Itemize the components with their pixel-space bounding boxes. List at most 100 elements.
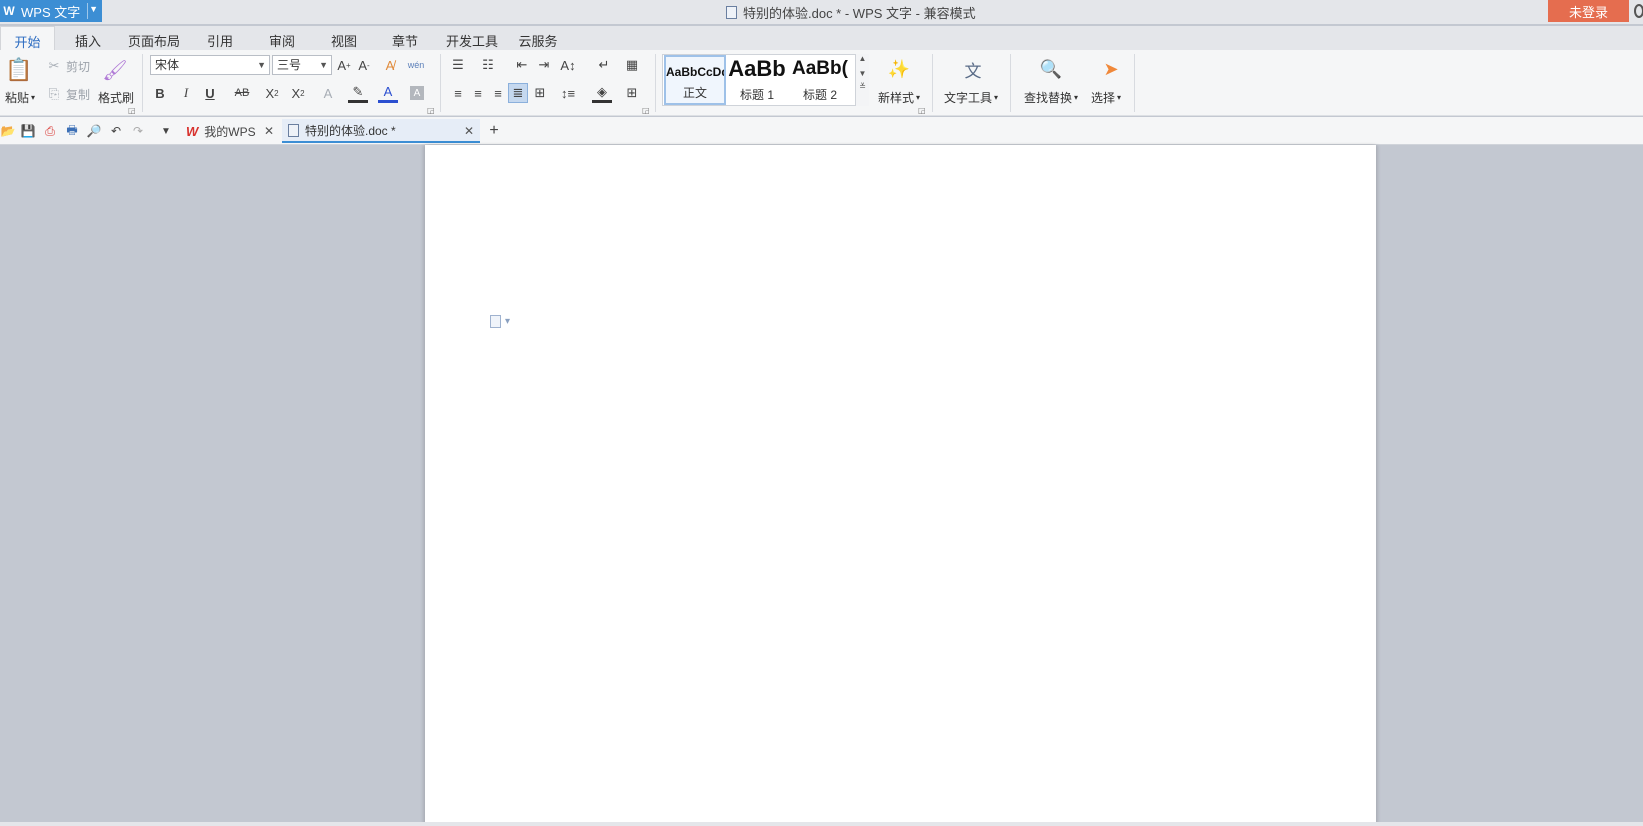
justify-icon[interactable]: ≣ (508, 83, 528, 103)
doc-tab-my-wps[interactable]: W 我的WPS ✕ (180, 119, 280, 143)
undo-icon[interactable]: ↶ (108, 123, 124, 139)
font-size-select[interactable]: 三号 ▼ (272, 55, 332, 75)
document-icon (726, 6, 737, 19)
window-title: 特别的体验.doc * - WPS 文字 - 兼容模式 (726, 3, 976, 22)
customize-dropdown-icon[interactable]: ▼ (158, 123, 174, 139)
tab-review[interactable]: 审阅 (260, 26, 304, 50)
tab-page-layout[interactable]: 页面布局 (124, 26, 184, 50)
grow-font-icon[interactable]: A + (334, 55, 354, 75)
tab-home[interactable]: 开始 (0, 26, 55, 50)
decrease-indent-icon[interactable]: ⇤ (512, 55, 532, 75)
format-painter-icon[interactable]: 🖌 (102, 56, 128, 84)
style-normal[interactable]: AaBbCcDd 正文 (664, 55, 726, 105)
print-preview-icon[interactable]: 🔎 (86, 123, 102, 139)
cursor-arrow-icon[interactable]: ➤ (1098, 56, 1124, 82)
text-direction-icon[interactable]: A↕ (558, 55, 578, 75)
save-icon[interactable]: 💾 (20, 123, 36, 139)
login-button[interactable]: 未登录 (1548, 0, 1629, 22)
select-label: 选择 (1090, 90, 1115, 105)
increase-indent-icon[interactable]: ⇥ (534, 55, 554, 75)
bullet-list-icon[interactable]: ☰ (448, 55, 468, 75)
underline-icon[interactable]: U (200, 83, 220, 103)
character-shading-icon[interactable]: A (410, 86, 424, 100)
chevron-down-icon: ▼ (257, 60, 266, 70)
paragraph-mark-icon[interactable]: ↵ (594, 55, 614, 75)
cut-button[interactable]: 剪切 (64, 56, 92, 76)
settings-icon[interactable] (1634, 4, 1643, 18)
highlight-icon[interactable]: ✎ (348, 83, 368, 103)
ribbon-separator (142, 54, 143, 112)
wps-logo-icon: W (186, 123, 199, 139)
table-icon[interactable]: ▦ (622, 55, 642, 75)
title-bar: W WPS 文字 ▼ 特别的体验.doc * - WPS 文字 - 兼容模式 未… (0, 0, 1643, 24)
find-replace-label: 查找替换 (1023, 90, 1072, 105)
scroll-down-icon[interactable]: ▼ (856, 69, 869, 78)
styles-scroll[interactable]: ▲ ▼ ≚ (855, 54, 869, 106)
scissors-icon[interactable]: ✂ (44, 56, 64, 76)
style-heading-2[interactable]: AaBb( 标题 2 (789, 55, 851, 105)
tab-view[interactable]: 视图 (322, 26, 366, 50)
font-color-icon[interactable]: A (378, 83, 398, 103)
new-tab-icon[interactable]: + (486, 122, 502, 139)
clipboard-launcher-icon[interactable]: ◲ (128, 106, 136, 115)
numbered-list-icon[interactable]: ☷ (478, 55, 498, 75)
subscript-icon[interactable]: X2 (288, 83, 308, 103)
document-page[interactable] (425, 145, 1376, 826)
borders-icon[interactable]: ⊞ (622, 83, 642, 103)
doc-tab-document[interactable]: 特别的体验.doc * ✕ (282, 119, 480, 143)
open-folder-icon[interactable]: 📂 (0, 123, 16, 139)
tab-references[interactable]: 引用 (198, 26, 242, 50)
text-effect-icon[interactable]: A (318, 83, 338, 103)
superscript-icon[interactable]: X2 (262, 83, 282, 103)
ribbon-toolbar: 📋 粘贴 ▾ ✂ 剪切 ⎘ 复制 🖌 格式刷 ◲ 宋体 ▼ 三号 ▼ A + A- A̸… (0, 50, 1643, 116)
style-heading-1[interactable]: AaBb 标题 1 (727, 55, 787, 105)
align-right-icon[interactable]: ≡ (488, 83, 508, 103)
italic-icon[interactable]: I (176, 83, 196, 103)
tab-developer-tools[interactable]: 开发工具 (444, 26, 500, 50)
shading-icon[interactable]: ◈ (592, 83, 612, 103)
align-left-icon[interactable]: ≡ (448, 83, 468, 103)
paste-icon[interactable]: 📋 (5, 56, 32, 84)
text-tools-button[interactable]: 文字工具 ▾ (940, 88, 1002, 106)
more-styles-icon[interactable]: ≚ (856, 82, 869, 91)
select-button[interactable]: 选择 ▾ (1086, 88, 1126, 106)
paste-button[interactable]: 粘贴 ▾ (2, 88, 38, 106)
app-menu-button[interactable]: W WPS 文字 ▼ (0, 0, 102, 22)
phonetic-guide-icon[interactable]: wén (406, 55, 426, 75)
distributed-align-icon[interactable]: ⊞ (530, 83, 550, 103)
close-icon[interactable]: ✕ (464, 124, 474, 138)
new-style-icon[interactable]: ✨ (886, 56, 912, 82)
shrink-font-icon[interactable]: A- (354, 55, 374, 75)
style-sample: AaBb (728, 56, 786, 81)
copy-icon[interactable]: ⎘ (44, 84, 64, 104)
font-name-select[interactable]: 宋体 ▼ (150, 55, 270, 75)
format-painter-button[interactable]: 格式刷 (96, 88, 136, 106)
font-launcher-icon[interactable]: ◲ (427, 106, 435, 115)
chevron-down-icon[interactable]: ▼ (89, 4, 98, 14)
redo-icon[interactable]: ↷ (130, 123, 146, 139)
line-spacing-icon[interactable]: ↕≡ (558, 83, 578, 103)
styles-launcher-icon[interactable]: ◲ (918, 106, 926, 115)
paste-options-button[interactable]: ▾ (490, 315, 510, 328)
close-icon[interactable]: ✕ (264, 124, 274, 138)
tab-cloud-services[interactable]: 云服务 (515, 26, 561, 50)
menu-tab-bar: 开始 插入 页面布局 引用 审阅 视图 章节 开发工具 云服务 (0, 26, 1643, 50)
find-replace-icon[interactable]: 🔍 (1038, 56, 1064, 82)
print-icon[interactable]: 🖶 (64, 123, 80, 139)
find-replace-button[interactable]: 查找替换 ▾ (1020, 88, 1082, 106)
doc-tab-label: 特别的体验.doc * (305, 123, 396, 138)
ribbon-separator (1134, 54, 1135, 112)
export-pdf-icon[interactable]: ⎙ (42, 123, 58, 139)
scroll-up-icon[interactable]: ▲ (856, 54, 869, 63)
paste-options-icon (490, 315, 501, 328)
clear-format-icon[interactable]: A̸ (380, 55, 400, 75)
text-tools-icon[interactable]: 文 (960, 56, 986, 82)
bold-icon[interactable]: B (150, 83, 170, 103)
new-style-button[interactable]: 新样式 ▾ (874, 88, 924, 106)
tab-insert[interactable]: 插入 (66, 26, 110, 50)
tab-chapter[interactable]: 章节 (383, 26, 427, 50)
strikethrough-icon[interactable]: AB (232, 83, 252, 103)
copy-button[interactable]: 复制 (64, 84, 92, 104)
align-center-icon[interactable]: ≡ (468, 83, 488, 103)
paragraph-launcher-icon[interactable]: ◲ (642, 106, 650, 115)
